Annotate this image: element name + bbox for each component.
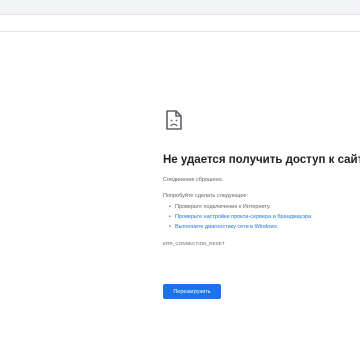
suggestion-item[interactable]: • Выполните диагностику сети в Windows — [169, 222, 360, 232]
page-title: Не удается получить доступ к сайту — [163, 154, 360, 166]
bullet-icon: • — [169, 224, 171, 230]
suggestion-text: Проверьте подключение к Интернету. — [175, 204, 271, 210]
suggestion-item: • Проверьте подключение к Интернету. — [169, 202, 360, 212]
error-code: ERR_CONNECTION_RESET — [163, 241, 225, 246]
suggestion-item[interactable]: • Проверьте настройки прокси-сервера и б… — [169, 212, 360, 222]
error-page: Не удается получить доступ к сайту Соеди… — [163, 108, 360, 299]
proxy-firewall-link[interactable]: Проверьте настройки прокси-сервера и бра… — [175, 214, 311, 220]
bullet-icon: • — [169, 214, 171, 220]
suggestions-heading: Попробуйте сделать следующее: — [163, 193, 248, 199]
browser-tab-strip — [0, 0, 360, 15]
bullet-icon: • — [169, 204, 171, 210]
windows-diagnostics-link[interactable]: Выполните диагностику сети в Windows — [175, 224, 277, 230]
browser-address-bar[interactable] — [0, 15, 360, 32]
suggestions-list: • Проверьте подключение к Интернету. • П… — [163, 202, 360, 232]
sad-document-icon — [163, 108, 185, 132]
error-message: Соединение сброшено. — [163, 177, 224, 183]
reload-button[interactable]: Перезагрузить — [163, 284, 221, 299]
